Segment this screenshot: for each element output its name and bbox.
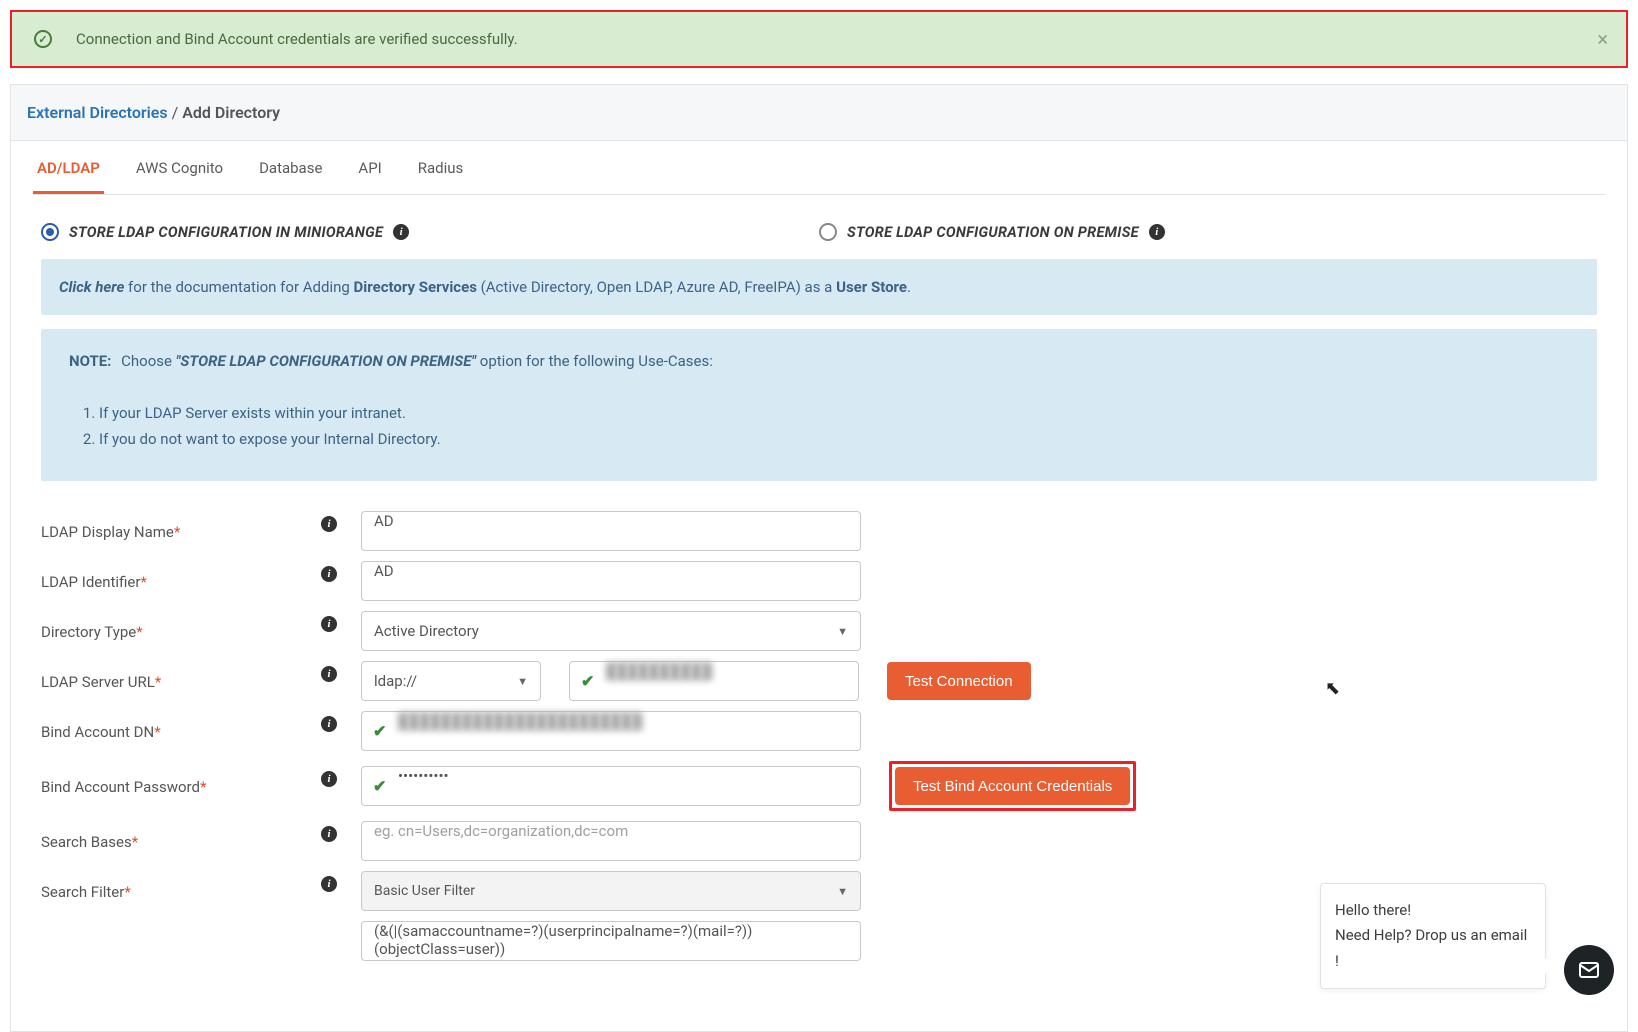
tab-api[interactable]: API xyxy=(354,141,385,194)
chevron-down-icon: ▼ xyxy=(837,625,848,638)
label-search-bases: Search Bases xyxy=(41,833,132,851)
note-list: If your LDAP Server exists within your i… xyxy=(99,401,1569,451)
doc-info-box: Click here for the documentation for Add… xyxy=(41,259,1597,315)
search-bases-input[interactable]: eg. cn=Users,dc=organization,dc=com xyxy=(361,821,861,861)
config-location-radio-group: STORE LDAP CONFIGURATION IN MINIORANGE i… xyxy=(41,223,1597,241)
required-marker: * xyxy=(140,573,146,591)
note-tail: option for the following Use-Cases: xyxy=(480,352,713,370)
close-icon[interactable]: × xyxy=(1597,27,1608,51)
note-item-2: If you do not want to expose your Intern… xyxy=(99,427,1569,451)
required-marker: * xyxy=(154,723,160,741)
label-directory-type: Directory Type xyxy=(41,623,136,641)
info-icon[interactable]: i xyxy=(321,566,337,582)
note-item-1: If your LDAP Server exists within your i… xyxy=(99,401,1569,425)
row-ldap-identifier: LDAP Identifier* i AD xyxy=(41,561,1597,601)
check-icon: ✔ xyxy=(373,722,386,741)
row-search-bases: Search Bases* i eg. cn=Users,dc=organiza… xyxy=(41,821,1597,861)
row-ldap-server-url: LDAP Server URL* i ldap:// ▼ ✔ █████████… xyxy=(41,661,1597,701)
radio-unchecked-icon xyxy=(819,223,837,241)
info-icon[interactable]: i xyxy=(393,224,409,240)
info-icon[interactable]: i xyxy=(1149,224,1165,240)
label-ldap-identifier: LDAP Identifier xyxy=(41,573,140,591)
breadcrumb-current: Add Directory xyxy=(182,103,280,122)
doc-text-pre: for the documentation for Adding xyxy=(124,278,353,296)
test-bind-credentials-button[interactable]: Test Bind Account Credentials xyxy=(895,767,1130,805)
ldap-display-name-input[interactable]: AD xyxy=(361,511,861,551)
row-ldap-display-name: LDAP Display Name* i AD xyxy=(41,511,1597,551)
doc-text-mid: (Active Directory, Open LDAP, Azure AD, … xyxy=(477,278,836,296)
note-label: NOTE: xyxy=(69,352,111,370)
chat-line-2: Need Help? Drop us an email ! xyxy=(1335,923,1531,974)
radio-store-onpremise[interactable]: STORE LDAP CONFIGURATION ON PREMISE i xyxy=(819,223,1597,241)
test-connection-button[interactable]: Test Connection xyxy=(887,662,1031,700)
radio-checked-icon xyxy=(41,223,59,241)
info-icon[interactable]: i xyxy=(321,876,337,892)
note-choose: Choose xyxy=(121,352,176,370)
info-icon[interactable]: i xyxy=(321,666,337,682)
required-marker: * xyxy=(155,673,161,691)
radio-onpremise-label: STORE LDAP CONFIGURATION ON PREMISE xyxy=(847,224,1139,241)
tab-database[interactable]: Database xyxy=(255,141,326,194)
label-bind-dn: Bind Account DN xyxy=(41,723,154,741)
label-search-filter: Search Filter xyxy=(41,883,124,901)
ldap-identifier-input[interactable]: AD xyxy=(361,561,861,601)
bind-pw-input[interactable]: •••••••••• xyxy=(361,766,861,806)
info-icon[interactable]: i xyxy=(321,771,337,787)
info-icon[interactable]: i xyxy=(321,516,337,532)
info-icon[interactable]: i xyxy=(321,716,337,732)
row-bind-pw: Bind Account Password* i ✔ •••••••••• Te… xyxy=(41,761,1597,811)
info-icon[interactable]: i xyxy=(321,616,337,632)
doc-click-here-link[interactable]: Click here xyxy=(59,278,124,296)
breadcrumb: External Directories / Add Directory xyxy=(11,85,1627,140)
doc-user-store: User Store xyxy=(836,278,907,296)
success-alert: ✓ Connection and Bind Account credential… xyxy=(10,10,1628,68)
alert-message: Connection and Bind Account credentials … xyxy=(76,30,518,48)
ldap-scheme-select[interactable]: ldap:// ▼ xyxy=(361,661,541,701)
search-filter-value: Basic User Filter xyxy=(374,883,475,899)
note-quoted: "STORE LDAP CONFIGURATION ON PREMISE" xyxy=(176,352,476,370)
radio-miniorange-label: STORE LDAP CONFIGURATION IN MINIORANGE xyxy=(69,224,383,241)
search-filter-expression-input[interactable]: (&(|(samaccountname=?)(userprincipalname… xyxy=(361,921,861,961)
required-marker: * xyxy=(174,523,180,541)
label-ldap-display-name: LDAP Display Name xyxy=(41,523,174,541)
ldap-scheme-value: ldap:// xyxy=(374,672,417,690)
chat-popup: Hello there! Need Help? Drop us an email… xyxy=(1320,883,1546,990)
check-circle-icon: ✓ xyxy=(34,30,52,48)
required-marker: * xyxy=(132,833,138,851)
chat-line-1: Hello there! xyxy=(1335,898,1531,924)
breadcrumb-link[interactable]: External Directories xyxy=(27,103,168,122)
required-marker: * xyxy=(124,883,130,901)
ldap-host-input[interactable]: ██████████ xyxy=(569,661,859,701)
chevron-down-icon: ▼ xyxy=(837,885,848,898)
chevron-down-icon: ▼ xyxy=(517,675,528,688)
check-icon: ✔ xyxy=(373,777,386,796)
check-icon: ✔ xyxy=(581,672,594,691)
directory-type-select[interactable]: Active Directory ▼ xyxy=(361,611,861,651)
label-ldap-server-url: LDAP Server URL xyxy=(41,673,155,691)
tab-awscognito[interactable]: AWS Cognito xyxy=(132,141,227,194)
tab-adldap[interactable]: AD/LDAP xyxy=(33,141,104,194)
bind-dn-input[interactable]: ███████████████████████ xyxy=(361,711,861,751)
doc-directory-services: Directory Services xyxy=(354,278,477,296)
chat-button[interactable] xyxy=(1564,945,1614,995)
search-filter-select[interactable]: Basic User Filter ▼ xyxy=(361,871,861,911)
info-icon[interactable]: i xyxy=(321,826,337,842)
tab-radius[interactable]: Radius xyxy=(414,141,468,194)
radio-store-miniorange[interactable]: STORE LDAP CONFIGURATION IN MINIORANGE i xyxy=(41,223,819,241)
note-box: NOTE: Choose "STORE LDAP CONFIGURATION O… xyxy=(41,329,1597,481)
label-bind-pw: Bind Account Password xyxy=(41,778,200,796)
required-marker: * xyxy=(136,623,142,641)
required-marker: * xyxy=(200,778,206,796)
mail-icon xyxy=(1577,958,1601,982)
doc-text-tail: . xyxy=(907,278,911,296)
directory-type-value: Active Directory xyxy=(374,622,479,640)
highlight-box: Test Bind Account Credentials xyxy=(889,761,1136,811)
tab-bar: AD/LDAP AWS Cognito Database API Radius xyxy=(33,141,1605,195)
breadcrumb-sep: / xyxy=(172,103,179,122)
row-bind-dn: Bind Account DN* i ✔ ███████████████████… xyxy=(41,711,1597,751)
row-directory-type: Directory Type* i Active Directory ▼ xyxy=(41,611,1597,651)
